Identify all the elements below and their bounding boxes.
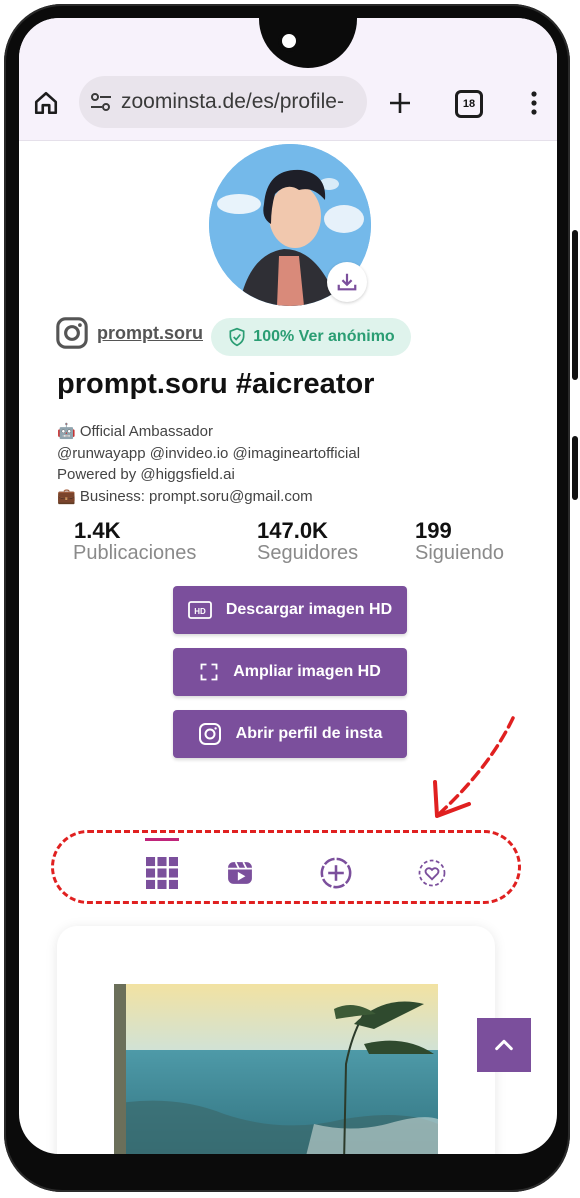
site-settings-icon[interactable]: [89, 91, 113, 113]
volume-button: [572, 436, 578, 500]
front-camera: [278, 30, 300, 52]
stat-label: Publicaciones: [73, 542, 197, 564]
url-text: zoominsta.de/es/profile-: [121, 90, 344, 113]
bio-line: Powered by @higgsfield.ai: [57, 466, 235, 483]
annotation-highlight: [51, 830, 521, 904]
stat-label: Seguidores: [257, 542, 359, 564]
bio-line: @runwayapp @invideo.io @imagineartoffici…: [57, 444, 361, 462]
scroll-to-top-button[interactable]: [477, 1018, 531, 1072]
tab-switcher-icon: 18: [455, 90, 483, 118]
download-hd-button[interactable]: HD Descargar imagen HD: [173, 586, 407, 634]
handle-row: prompt.soru: [55, 316, 203, 350]
stat-posts: 1.4K Publicaciones: [73, 518, 196, 565]
anonymous-badge: 100% Ver anónimo: [211, 318, 411, 356]
stat-value: 199: [415, 518, 452, 543]
annotation-arrow: [433, 716, 515, 818]
download-hd-label: Descargar imagen HD: [225, 601, 393, 618]
tab-switcher-button[interactable]: 18: [453, 88, 485, 120]
download-avatar-button[interactable]: [327, 262, 367, 302]
expand-icon: [200, 663, 218, 681]
bio-line: 🤖 Official Ambassador: [57, 423, 213, 440]
display-name: prompt.soru #aicreator: [57, 368, 375, 400]
home-icon: [34, 91, 58, 115]
zoom-hd-label: Ampliar imagen HD: [233, 663, 381, 680]
power-button: [572, 230, 578, 380]
home-button[interactable]: [31, 88, 61, 118]
profile-handle-link[interactable]: prompt.soru: [97, 323, 203, 344]
open-insta-profile-button[interactable]: Abrir perfil de insta: [173, 710, 407, 758]
stat-label: Siguiendo: [415, 542, 504, 564]
instagram-icon: [198, 723, 221, 745]
shield-check-icon: [229, 327, 245, 347]
anonymous-badge-label: 100% Ver anónimo: [253, 328, 395, 345]
stat-following: 199 Siguiendo: [415, 518, 504, 565]
stat-value: 147.0K: [257, 518, 328, 543]
post-image[interactable]: [114, 984, 438, 1154]
instagram-icon: [56, 317, 88, 349]
svg-text:HD: HD: [194, 607, 206, 616]
browser-menu-button[interactable]: [519, 88, 549, 118]
stat-followers: 147.0K Seguidores: [257, 518, 358, 565]
address-bar[interactable]: zoominsta.de/es/profile-: [79, 76, 367, 128]
open-insta-profile-label: Abrir perfil de insta: [235, 725, 383, 742]
hd-icon: HD: [187, 601, 212, 619]
stat-value: 1.4K: [74, 518, 121, 543]
new-tab-button[interactable]: [385, 88, 415, 118]
bio-line: 💼 Business: prompt.soru@gmail.com: [57, 487, 313, 505]
new-tab-icon: [390, 93, 410, 113]
chevron-up-icon: [495, 1039, 513, 1051]
bio: 🤖 Official Ambassador @runwayapp @invide…: [57, 421, 360, 507]
menu-icon: [531, 91, 537, 115]
screen: zoominsta.de/es/profile- 18 prompt.soru …: [19, 18, 557, 1154]
zoom-hd-button[interactable]: Ampliar imagen HD: [173, 648, 407, 696]
download-icon: [337, 273, 357, 291]
